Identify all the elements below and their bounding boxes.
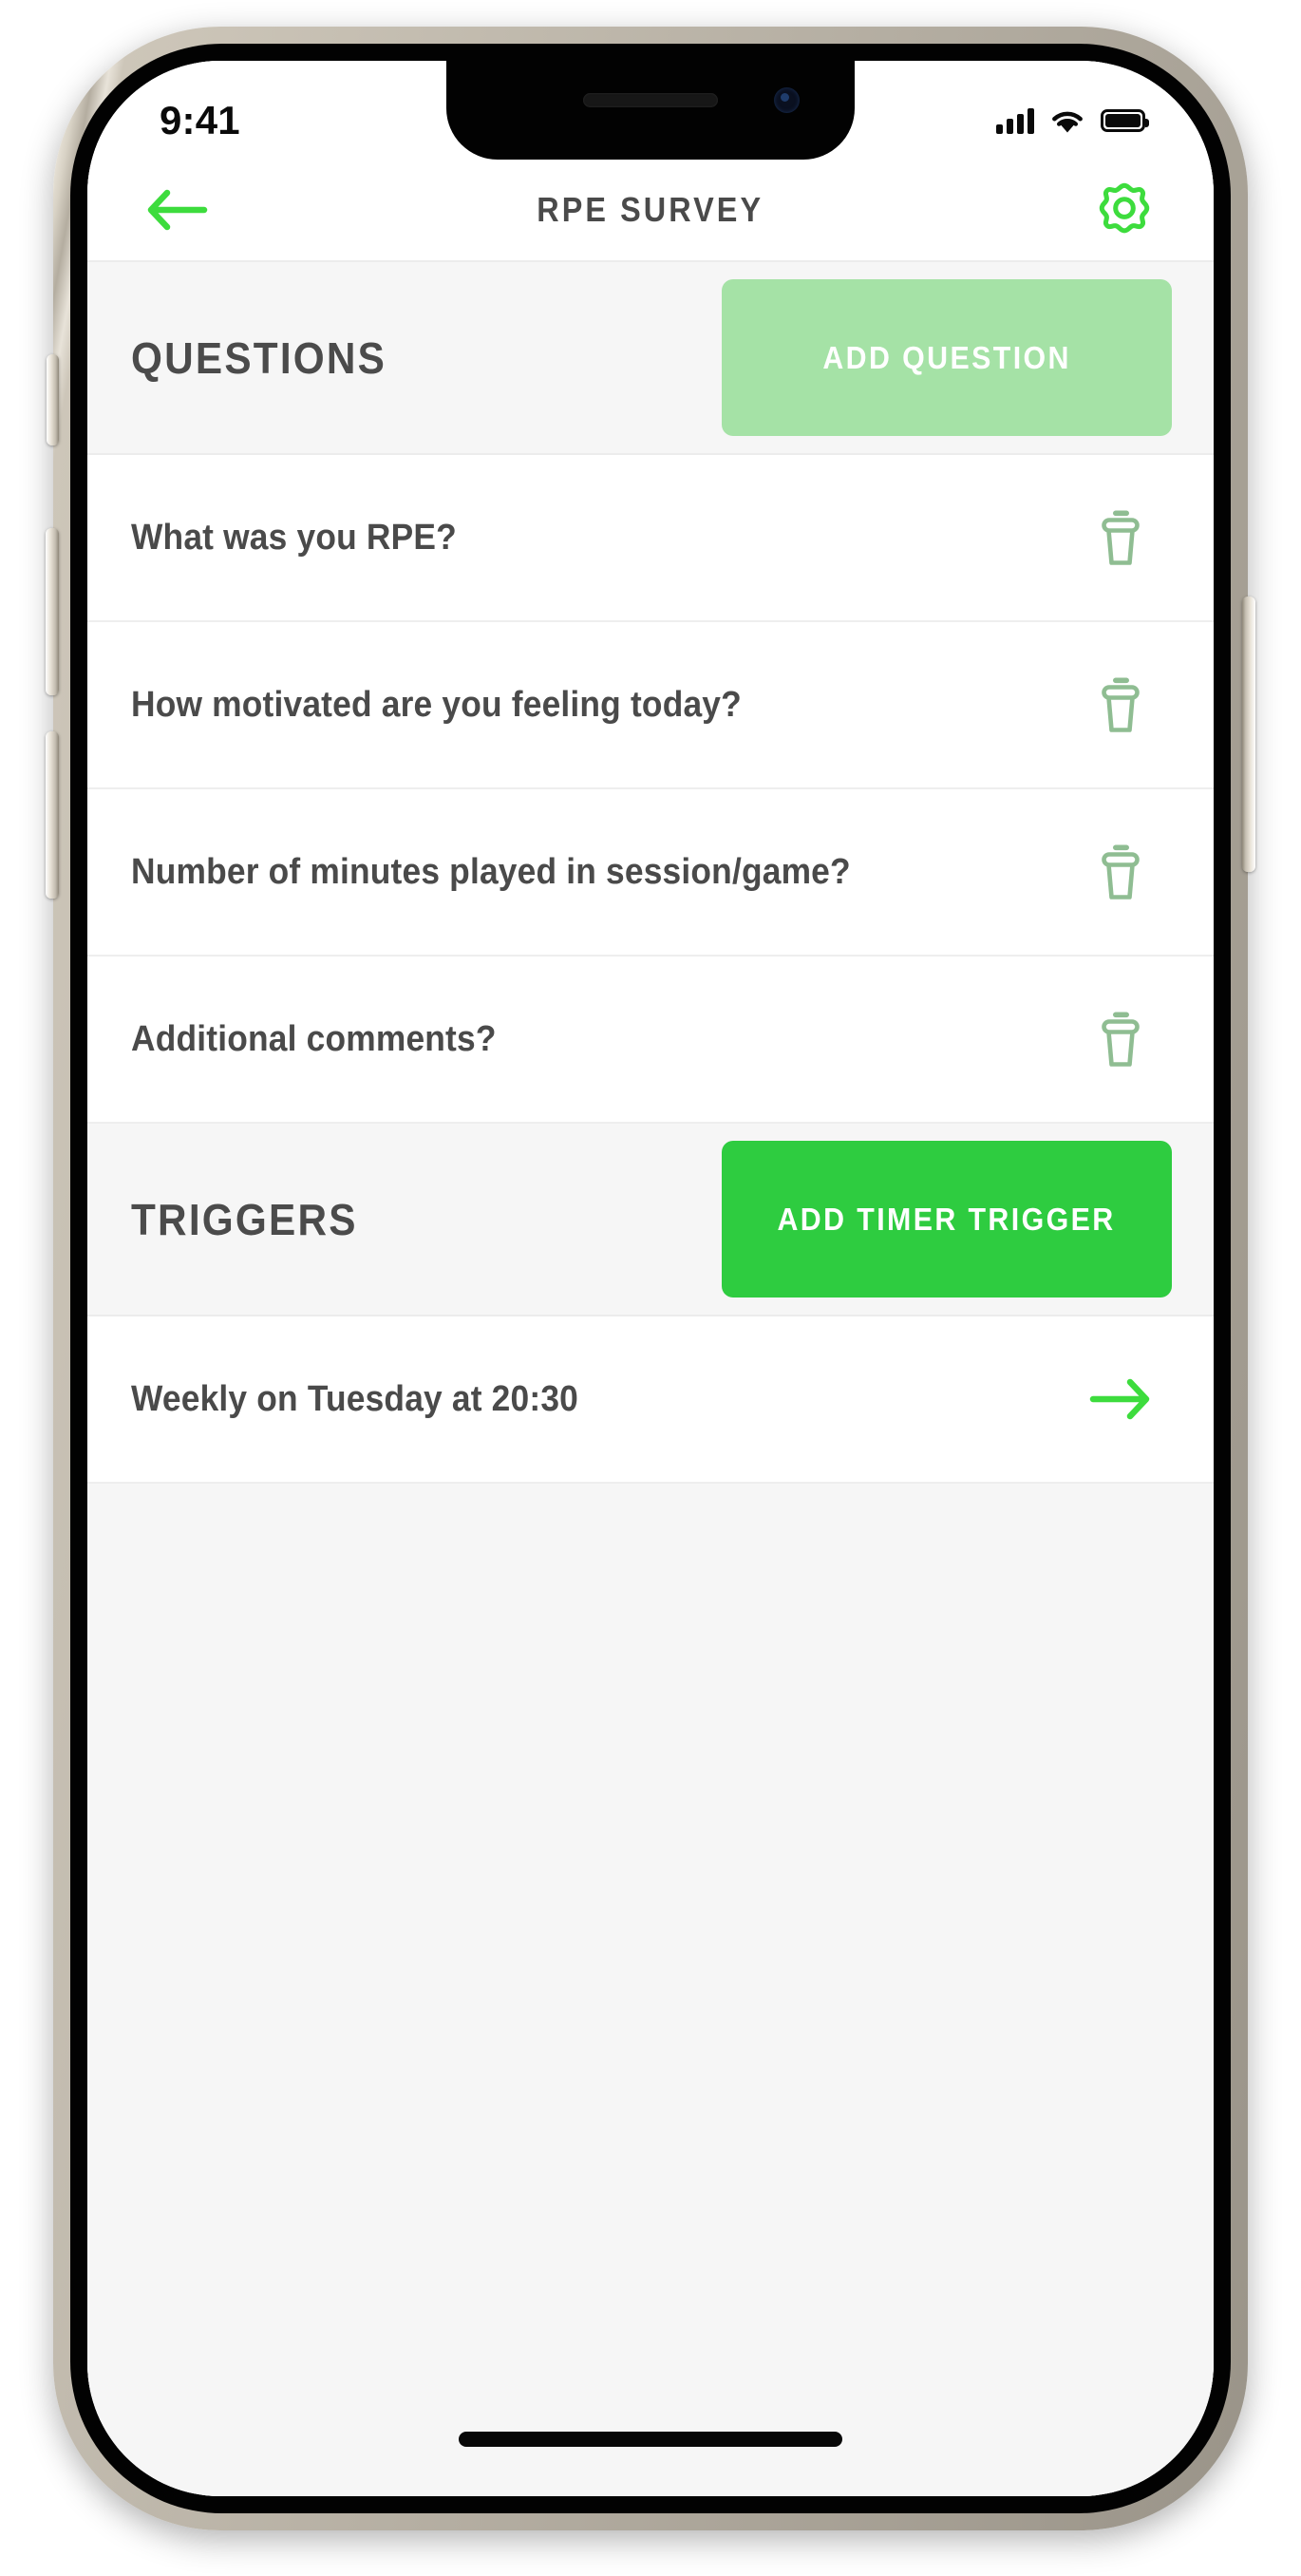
delete-question-button[interactable] — [1081, 832, 1160, 912]
question-label: Additional comments? — [131, 1018, 497, 1059]
add-timer-trigger-button[interactable]: ADD TIMER TRIGGER — [722, 1141, 1172, 1297]
question-label: What was you RPE? — [131, 517, 457, 558]
status-time: 9:41 — [160, 98, 240, 142]
question-row[interactable]: How motivated are you feeling today? — [87, 622, 1214, 789]
mute-switch-button[interactable] — [47, 354, 59, 445]
phone-device: 9:41 RPE SURVEY QUESTIONS ADD QUESTION W… — [46, 27, 1255, 2530]
question-row[interactable]: Number of minutes played in session/game… — [87, 789, 1214, 957]
trigger-label: Weekly on Tuesday at 20:30 — [131, 1378, 579, 1419]
phone-screen: 9:41 RPE SURVEY QUESTIONS ADD QUESTION W… — [87, 61, 1214, 2496]
trash-icon — [1102, 844, 1140, 900]
home-indicator-area — [87, 2382, 1214, 2496]
triggers-section-header: TRIGGERS ADD TIMER TRIGGER — [87, 1124, 1214, 1316]
add-question-button[interactable]: ADD QUESTION — [722, 279, 1172, 436]
gear-icon — [1099, 182, 1150, 234]
trash-icon — [1102, 510, 1140, 565]
wifi-icon — [1052, 111, 1083, 133]
power-button[interactable] — [1242, 597, 1255, 872]
battery-full-icon — [1101, 109, 1149, 132]
page-title: RPE SURVEY — [537, 190, 764, 229]
add-question-label: ADD QUESTION — [822, 339, 1071, 375]
volume-down-button[interactable] — [46, 731, 59, 899]
question-label: How motivated are you feeling today? — [131, 684, 742, 725]
screenshot-stage: 9:41 RPE SURVEY QUESTIONS ADD QUESTION W… — [0, 0, 1301, 2576]
arrow-right-icon — [1089, 1378, 1150, 1420]
arrow-left-icon — [147, 189, 208, 231]
delete-question-button[interactable] — [1081, 999, 1160, 1079]
open-trigger-button[interactable] — [1081, 1359, 1160, 1439]
delete-question-button[interactable] — [1081, 498, 1160, 578]
app-header: RPE SURVEY — [87, 160, 1214, 262]
trash-icon — [1102, 1012, 1140, 1067]
app-root: 9:41 RPE SURVEY QUESTIONS ADD QUESTION W… — [87, 61, 1214, 2496]
question-label: Number of minutes played in session/game… — [131, 851, 851, 892]
front-camera-icon — [774, 87, 800, 113]
earpiece-speaker-icon — [583, 93, 718, 107]
notch — [446, 61, 855, 160]
settings-button[interactable] — [1084, 170, 1164, 250]
question-row[interactable]: What was you RPE? — [87, 455, 1214, 622]
trigger-row[interactable]: Weekly on Tuesday at 20:30 — [87, 1316, 1214, 1484]
status-icons — [996, 107, 1149, 134]
home-indicator[interactable] — [459, 2432, 842, 2447]
add-timer-trigger-label: ADD TIMER TRIGGER — [777, 1201, 1117, 1237]
empty-space — [87, 1484, 1214, 2382]
signal-bars-icon — [996, 107, 1034, 134]
questions-section-title: QUESTIONS — [131, 332, 387, 383]
trash-icon — [1102, 677, 1140, 732]
back-button[interactable] — [137, 170, 217, 250]
question-row[interactable]: Additional comments? — [87, 957, 1214, 1124]
questions-section-header: QUESTIONS ADD QUESTION — [87, 262, 1214, 455]
volume-up-button[interactable] — [46, 528, 59, 695]
delete-question-button[interactable] — [1081, 665, 1160, 745]
triggers-section-title: TRIGGERS — [131, 1194, 358, 1244]
